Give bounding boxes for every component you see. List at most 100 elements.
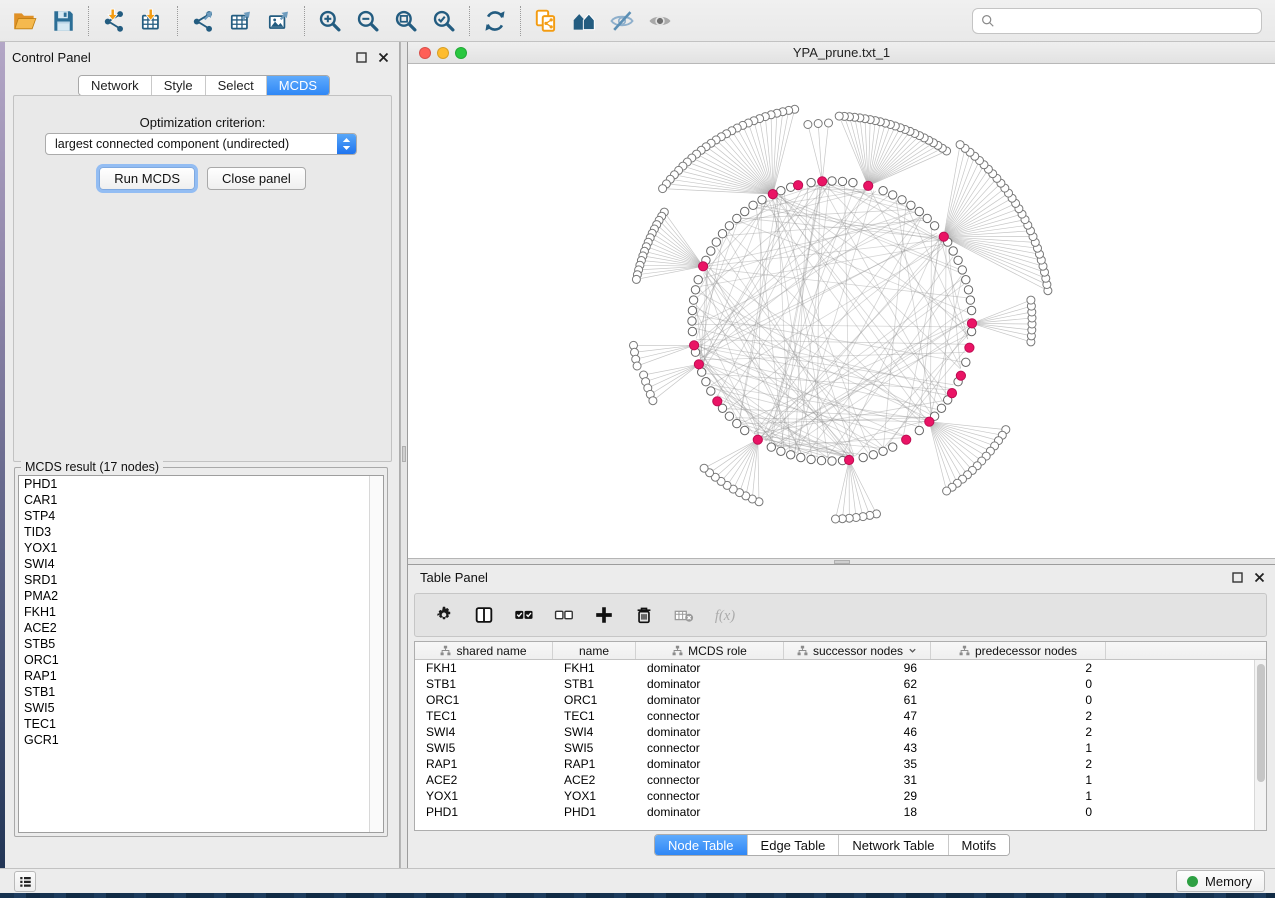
network-node[interactable] <box>733 214 741 222</box>
network-node[interactable] <box>889 443 897 451</box>
table-row[interactable]: SWI4SWI4dominator462 <box>415 724 1266 740</box>
mcds-dominator-node[interactable] <box>967 319 976 328</box>
mcds-dominator-node[interactable] <box>845 455 854 464</box>
network-node[interactable] <box>825 119 833 127</box>
open-button[interactable] <box>6 4 44 38</box>
network-node[interactable] <box>804 121 812 129</box>
table-row[interactable]: ACE2ACE2connector311 <box>415 772 1266 788</box>
network-node[interactable] <box>1027 296 1035 304</box>
network-node[interactable] <box>688 317 696 325</box>
network-node[interactable] <box>689 296 697 304</box>
mcds-dominator-node[interactable] <box>794 181 803 190</box>
network-node[interactable] <box>835 112 843 120</box>
network-node[interactable] <box>777 187 785 195</box>
mcds-result-item[interactable]: ACE2 <box>19 620 383 636</box>
run-mcds-button[interactable]: Run MCDS <box>99 167 195 190</box>
zoom-fit-button[interactable] <box>387 4 425 38</box>
zoom-out-button[interactable] <box>349 4 387 38</box>
network-node[interactable] <box>869 451 877 459</box>
close-table-panel-icon[interactable] <box>1253 571 1265 583</box>
network-node[interactable] <box>943 487 951 495</box>
apply-layout-button[interactable] <box>476 4 514 38</box>
table-row[interactable]: FKH1FKH1dominator962 <box>415 660 1266 676</box>
mcds-dominator-node[interactable] <box>947 389 956 398</box>
network-node[interactable] <box>838 177 846 185</box>
network-node[interactable] <box>700 464 708 472</box>
gear-button[interactable] <box>427 598 461 632</box>
network-node[interactable] <box>966 296 974 304</box>
network-node[interactable] <box>879 447 887 455</box>
zoom-in-button[interactable] <box>311 4 349 38</box>
mcds-result-item[interactable]: SWI4 <box>19 556 383 572</box>
network-node[interactable] <box>828 457 836 465</box>
mcds-result-item[interactable]: RAP1 <box>19 668 383 684</box>
network-node[interactable] <box>749 201 757 209</box>
network-node[interactable] <box>915 426 923 434</box>
mcds-result-list[interactable]: PHD1CAR1STP4TID3YOX1SWI4SRD1PMA2FKH1ACE2… <box>18 475 384 833</box>
search-field[interactable] <box>972 8 1262 34</box>
mcds-result-item[interactable]: PHD1 <box>19 476 383 492</box>
close-panel-icon[interactable] <box>377 51 389 63</box>
network-node[interactable] <box>964 286 972 294</box>
tab-style[interactable]: Style <box>151 76 205 95</box>
mcds-dominator-node[interactable] <box>939 232 948 241</box>
mcds-result-item[interactable]: CAR1 <box>19 492 383 508</box>
mcds-dominator-node[interactable] <box>768 190 777 199</box>
network-node[interactable] <box>962 358 970 366</box>
export-network-button[interactable] <box>184 4 222 38</box>
network-node[interactable] <box>758 196 766 204</box>
table-row[interactable]: SWI5SWI5connector431 <box>415 740 1266 756</box>
mcds-result-item[interactable]: STB5 <box>19 636 383 652</box>
network-node[interactable] <box>733 419 741 427</box>
network-node[interactable] <box>832 515 840 523</box>
network-node[interactable] <box>962 276 970 284</box>
mcds-result-item[interactable]: STP4 <box>19 508 383 524</box>
network-node[interactable] <box>712 238 720 246</box>
close-panel-button[interactable]: Close panel <box>207 167 306 190</box>
column-header-shared-name[interactable]: shared name <box>415 642 553 659</box>
mcds-list-scrollbar[interactable] <box>369 476 383 832</box>
mcds-result-item[interactable]: TID3 <box>19 524 383 540</box>
network-node[interactable] <box>930 222 938 230</box>
export-image-button[interactable] <box>260 4 298 38</box>
mcds-dominator-node[interactable] <box>925 417 934 426</box>
first-neighbors-button[interactable] <box>565 4 603 38</box>
zoom-selected-button[interactable] <box>425 4 463 38</box>
task-history-button[interactable] <box>14 871 36 892</box>
table-scrollbar[interactable] <box>1254 660 1266 830</box>
table-scrollbar-thumb[interactable] <box>1257 664 1265 782</box>
network-node[interactable] <box>967 306 975 314</box>
network-node[interactable] <box>767 443 775 451</box>
network-node[interactable] <box>937 404 945 412</box>
tab-edge-table[interactable]: Edge Table <box>747 835 839 855</box>
network-node[interactable] <box>632 275 640 283</box>
mcds-dominator-node[interactable] <box>965 343 974 352</box>
mcds-dominator-node[interactable] <box>713 397 722 406</box>
horizontal-splitter[interactable] <box>408 558 1275 565</box>
network-graph-canvas[interactable] <box>408 64 1275 558</box>
mcds-result-item[interactable]: STB1 <box>19 684 383 700</box>
network-node[interactable] <box>718 230 726 238</box>
mcds-result-item[interactable]: ORC1 <box>19 652 383 668</box>
network-node[interactable] <box>688 306 696 314</box>
tab-select[interactable]: Select <box>205 76 266 95</box>
export-table-button[interactable] <box>222 4 260 38</box>
float-panel-icon[interactable] <box>355 51 367 63</box>
table-row[interactable]: RAP1RAP1dominator352 <box>415 756 1266 772</box>
mcds-result-item[interactable]: SWI5 <box>19 700 383 716</box>
network-node[interactable] <box>659 185 667 193</box>
network-node[interactable] <box>907 201 915 209</box>
import-table-button[interactable] <box>133 4 171 38</box>
network-node[interactable] <box>889 191 897 199</box>
show-all-button[interactable] <box>641 4 679 38</box>
import-network-button[interactable] <box>95 4 133 38</box>
network-node[interactable] <box>777 447 785 455</box>
mcds-dominator-node[interactable] <box>753 435 762 444</box>
column-header-MCDS-role[interactable]: MCDS role <box>636 642 784 659</box>
mcds-dominator-node[interactable] <box>818 177 827 186</box>
network-node[interactable] <box>688 327 696 335</box>
network-node[interactable] <box>958 266 966 274</box>
add-column-button[interactable] <box>587 598 621 632</box>
network-node[interactable] <box>691 286 699 294</box>
mcds-dominator-node[interactable] <box>902 435 911 444</box>
